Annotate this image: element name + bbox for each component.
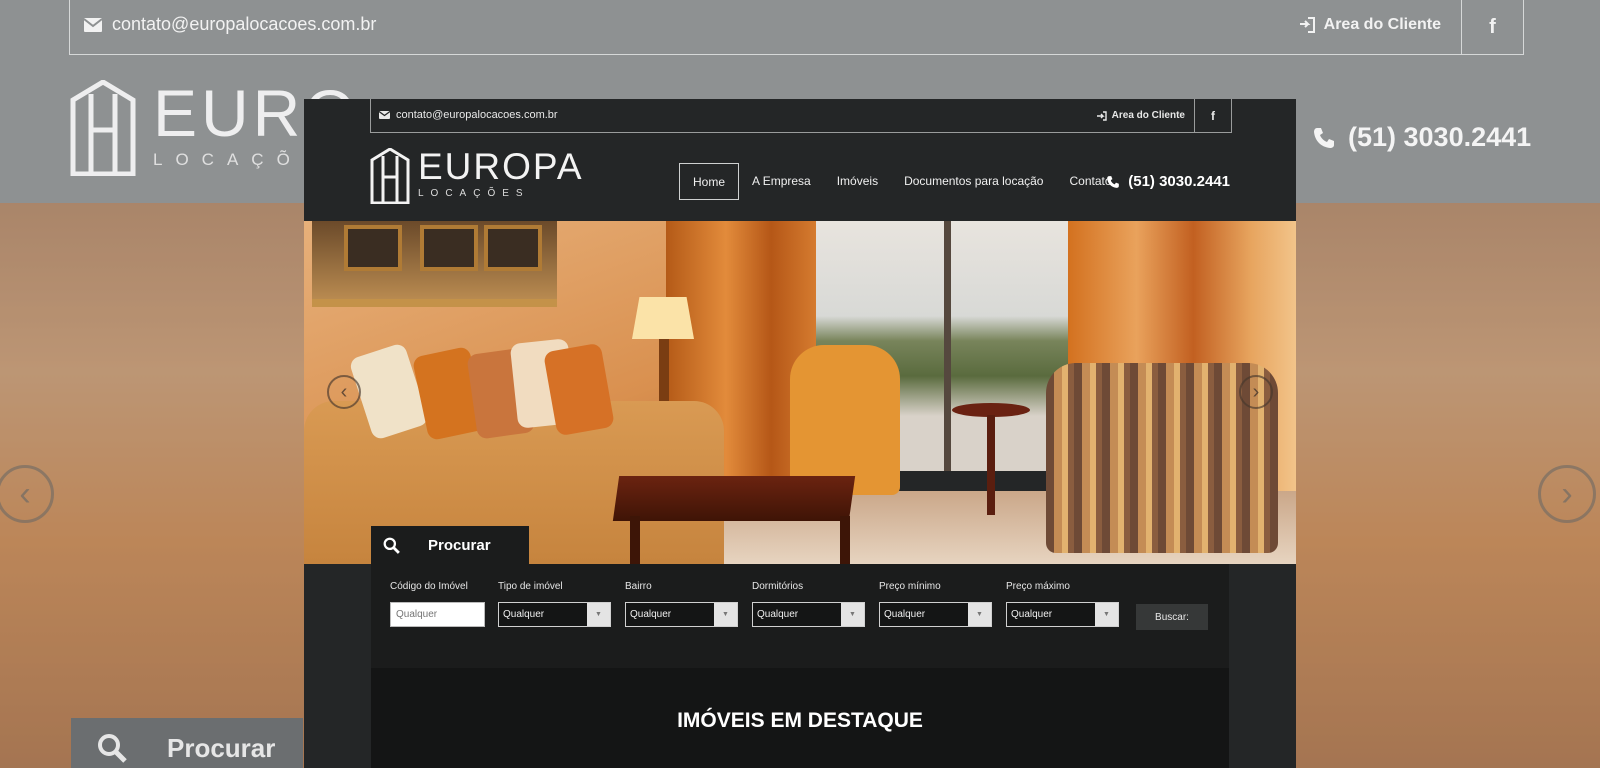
preco-minimo-select[interactable]: Qualquer ▼ (879, 602, 992, 627)
chevron-right-icon: › (1538, 465, 1596, 523)
chevron-right-icon[interactable]: › (1239, 375, 1273, 409)
envelope-icon (379, 111, 390, 119)
phone-text: (51) 3030.2441 (1128, 173, 1230, 190)
background-topbar: contato@europalocacoes.com.br Area do Cl… (69, 0, 1524, 55)
bairro-select[interactable]: Qualquer ▼ (625, 602, 738, 627)
phone: (51) 3030.2441 (1106, 173, 1230, 190)
email-text: contato@europalocacoes.com.br (396, 109, 558, 121)
facebook-icon[interactable]: f (1194, 99, 1231, 132)
building-logo-icon (370, 148, 410, 204)
select-value: Qualquer (757, 609, 799, 620)
field-preco-maximo: Preço máximo Qualquer ▼ (1006, 581, 1119, 627)
sign-in-icon (1096, 110, 1107, 121)
field-label: Preço máximo (1006, 581, 1070, 592)
background-email-text: contato@europalocacoes.com.br (112, 14, 377, 34)
dormitorios-select[interactable]: Qualquer ▼ (752, 602, 865, 627)
field-codigo: Código do Imóvel (390, 581, 485, 627)
main-nav: Home A Empresa Imóveis Documentos para l… (679, 163, 1125, 200)
select-value: Qualquer (630, 609, 672, 620)
field-dormitorios: Dormitórios Qualquer ▼ (752, 581, 865, 627)
client-area-link[interactable]: Area do Cliente (1096, 110, 1185, 121)
envelope-icon (84, 17, 102, 32)
nav-item-imoveis[interactable]: Imóveis (824, 163, 891, 200)
select-value: Qualquer (1011, 609, 1053, 620)
slide-photo-frames (312, 221, 557, 307)
website-frame: contato@europalocacoes.com.br Area do Cl… (304, 99, 1296, 768)
search-panel: Código do Imóvel Tipo de imóvel Qualquer… (371, 564, 1229, 668)
slide-photo-frame (484, 225, 542, 271)
slide-photo-side-table-leg (987, 415, 995, 515)
slide-photo-lamp-post (659, 339, 669, 409)
background-phone: (51) 3030.2441 (1312, 122, 1531, 153)
logo-subtitle: LOCAÇÕES (418, 188, 530, 199)
select-value: Qualquer (884, 609, 926, 620)
nav-item-a-empresa[interactable]: A Empresa (739, 163, 824, 200)
logo[interactable]: EUROPA LOCAÇÕES (370, 148, 584, 204)
background-phone-text: (51) 3030.2441 (1348, 122, 1532, 152)
slide-photo-table-leg (630, 516, 640, 564)
slide-photo-frame (420, 225, 478, 271)
building-logo-icon (69, 80, 137, 176)
background-client-area-text: Area do Cliente (1323, 16, 1441, 33)
slide-photo-lamp (632, 297, 694, 339)
chevron-left-icon[interactable]: ‹ (327, 375, 361, 409)
search-tab[interactable]: Procurar (371, 526, 529, 564)
field-label: Dormitórios (752, 581, 804, 592)
chevron-down-icon: ▼ (714, 603, 737, 626)
slide-photo-window-frame (944, 221, 951, 471)
slide-photo-table-leg (840, 516, 850, 564)
featured-section: IMÓVEIS EM DESTAQUE (371, 668, 1229, 768)
chevron-down-icon: ▼ (1095, 603, 1118, 626)
nav-item-home[interactable]: Home (679, 163, 740, 200)
email-link[interactable]: contato@europalocacoes.com.br (379, 109, 558, 121)
background-email-link: contato@europalocacoes.com.br (84, 14, 376, 35)
tipo-select[interactable]: Qualquer ▼ (498, 602, 611, 627)
hero-slider: ‹ › Procurar (304, 221, 1296, 564)
logo-title: EUROPA (418, 146, 584, 187)
client-area-text: Area do Cliente (1111, 110, 1185, 121)
featured-title: IMÓVEIS EM DESTAQUE (677, 709, 923, 732)
search-icon (97, 733, 127, 763)
search-icon (383, 537, 400, 554)
field-label: Preço mínimo (879, 581, 941, 592)
background-facebook-icon: f (1461, 0, 1523, 54)
phone-icon (1106, 175, 1120, 189)
select-value: Qualquer (503, 609, 545, 620)
field-tipo: Tipo de imóvel Qualquer ▼ (498, 581, 611, 627)
field-preco-minimo: Preço mínimo Qualquer ▼ (879, 581, 992, 627)
search-button[interactable]: Buscar: (1136, 604, 1208, 630)
slide-photo-frame (344, 225, 402, 271)
top-bar: contato@europalocacoes.com.br Area do Cl… (370, 99, 1232, 133)
sign-in-icon (1299, 17, 1315, 33)
field-label: Tipo de imóvel (498, 581, 563, 592)
background-search-tab: Procurar (71, 718, 303, 768)
field-bairro: Bairro Qualquer ▼ (625, 581, 738, 627)
nav-item-documentos[interactable]: Documentos para locação (891, 163, 1056, 200)
chevron-down-icon: ▼ (841, 603, 864, 626)
phone-icon (1312, 126, 1336, 150)
preco-maximo-select[interactable]: Qualquer ▼ (1006, 602, 1119, 627)
field-label: Código do Imóvel (390, 581, 468, 592)
chevron-down-icon: ▼ (968, 603, 991, 626)
search-tab-label: Procurar (428, 536, 491, 554)
background-search-tab-label: Procurar (167, 732, 276, 763)
background-client-area-link: Area do Cliente (1299, 16, 1441, 34)
field-label: Bairro (625, 581, 652, 592)
slide-photo-coffee-table (612, 476, 856, 521)
slide-photo-chair (790, 345, 900, 495)
chevron-down-icon: ▼ (587, 603, 610, 626)
codigo-input[interactable] (390, 602, 485, 627)
